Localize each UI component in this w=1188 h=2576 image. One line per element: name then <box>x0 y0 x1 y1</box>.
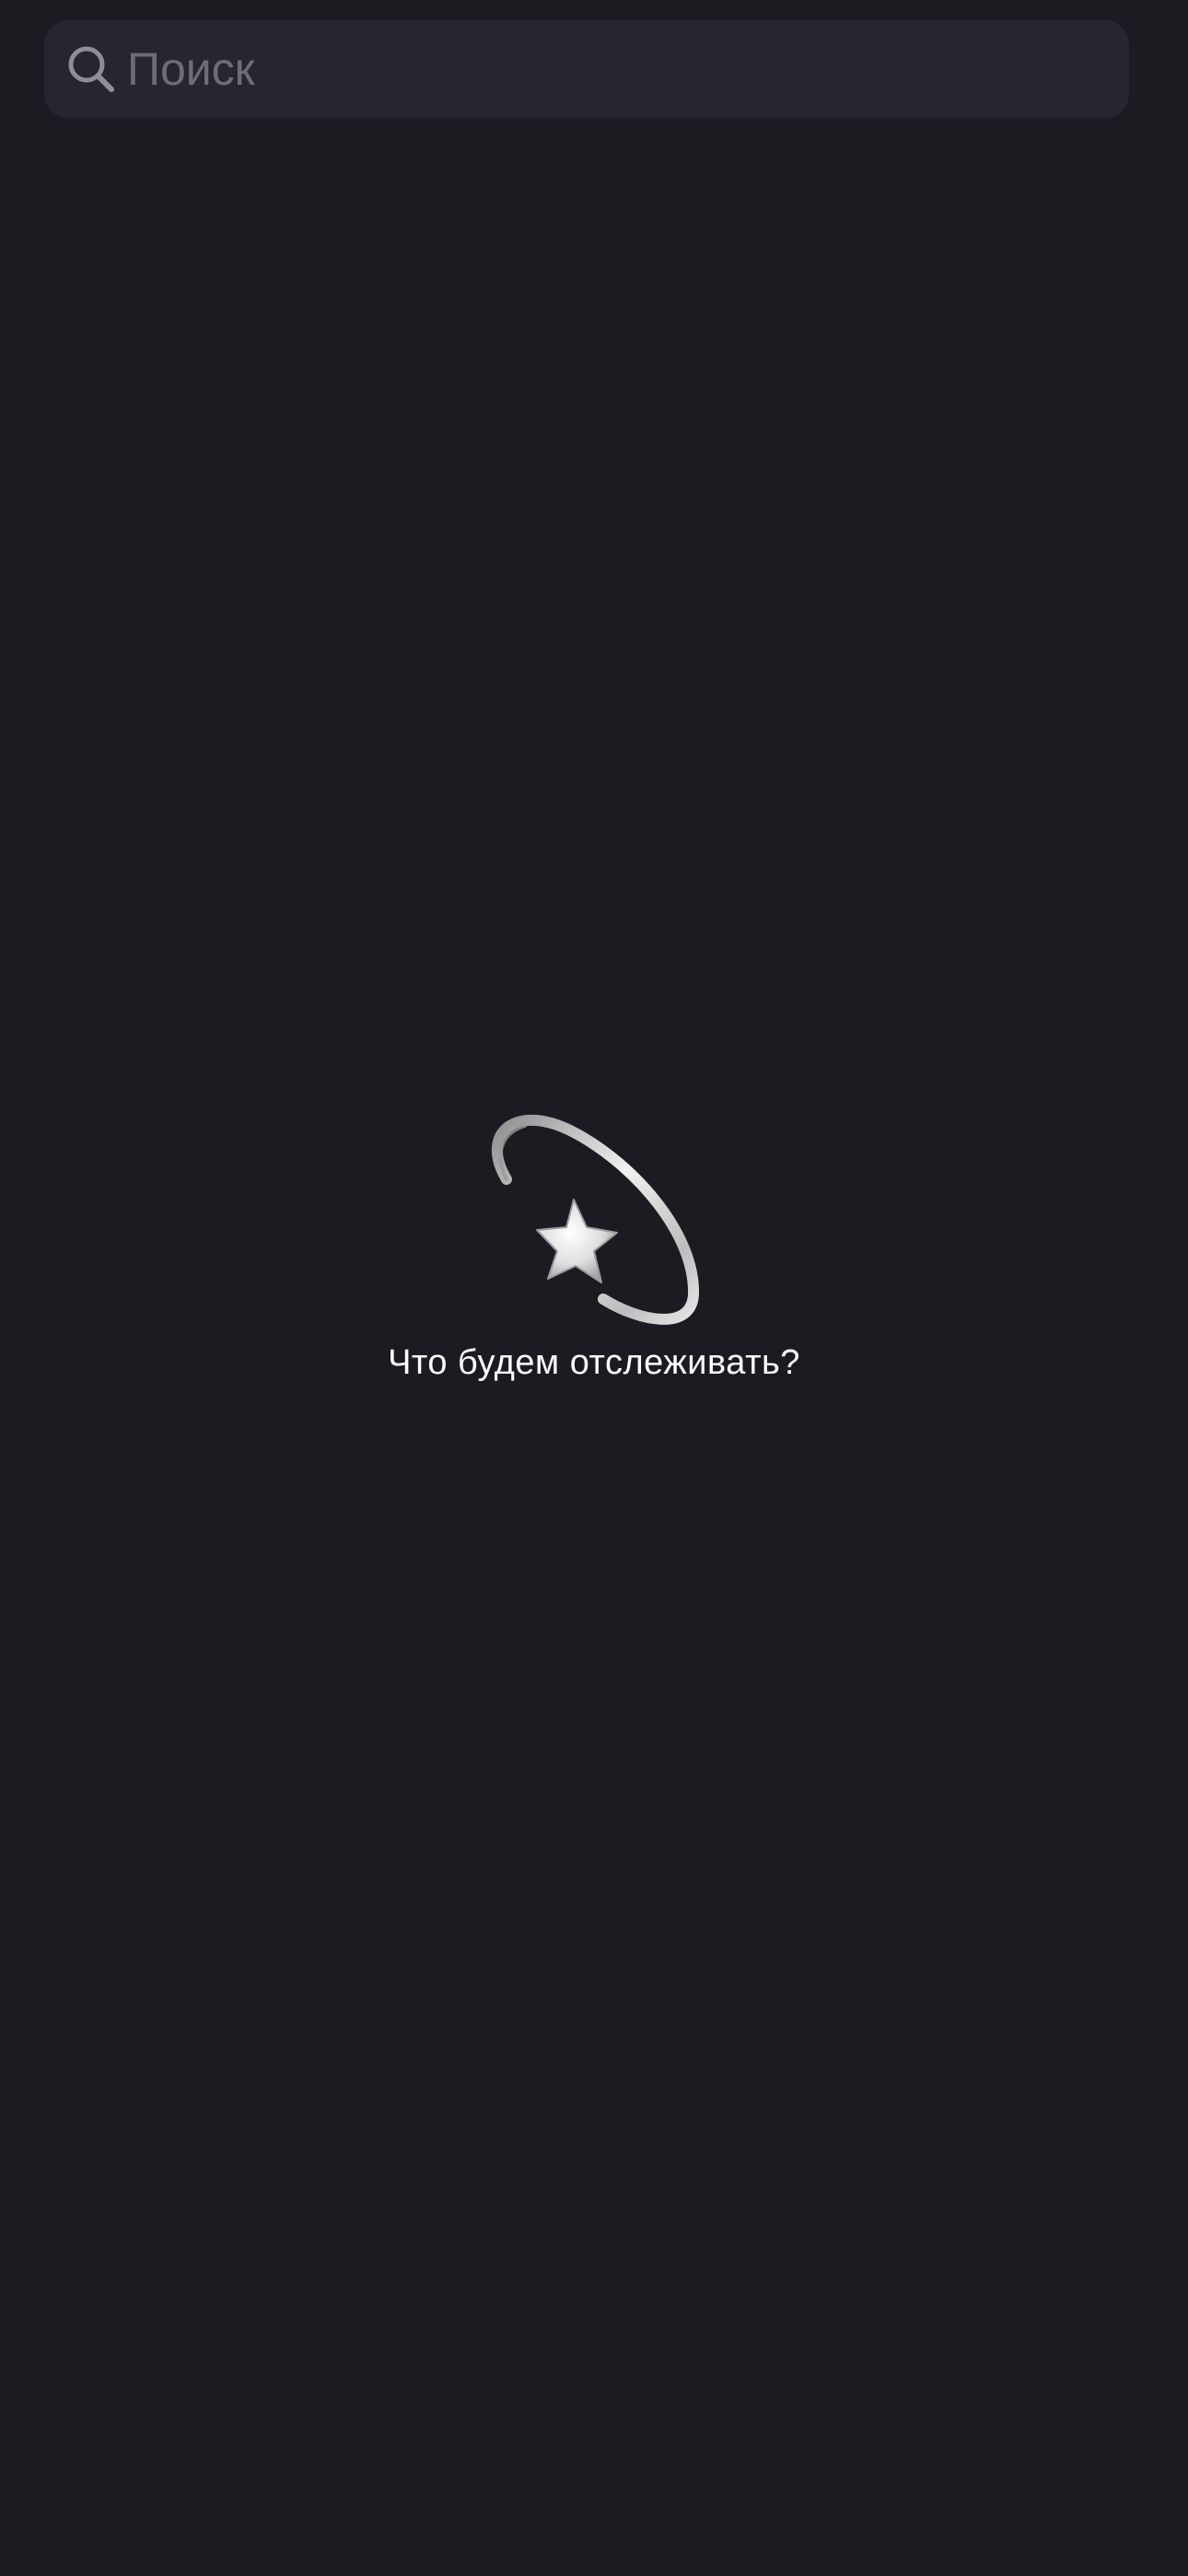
empty-state: Что будем отслеживать? <box>0 1096 1188 1383</box>
search-input[interactable] <box>127 20 1129 118</box>
screen: Что будем отслеживать? <box>0 0 1188 2576</box>
empty-state-message: Что будем отслеживать? <box>388 1343 800 1382</box>
dizzy-star-icon <box>491 1114 700 1325</box>
search-bar[interactable] <box>44 20 1129 118</box>
search-icon <box>64 42 118 96</box>
